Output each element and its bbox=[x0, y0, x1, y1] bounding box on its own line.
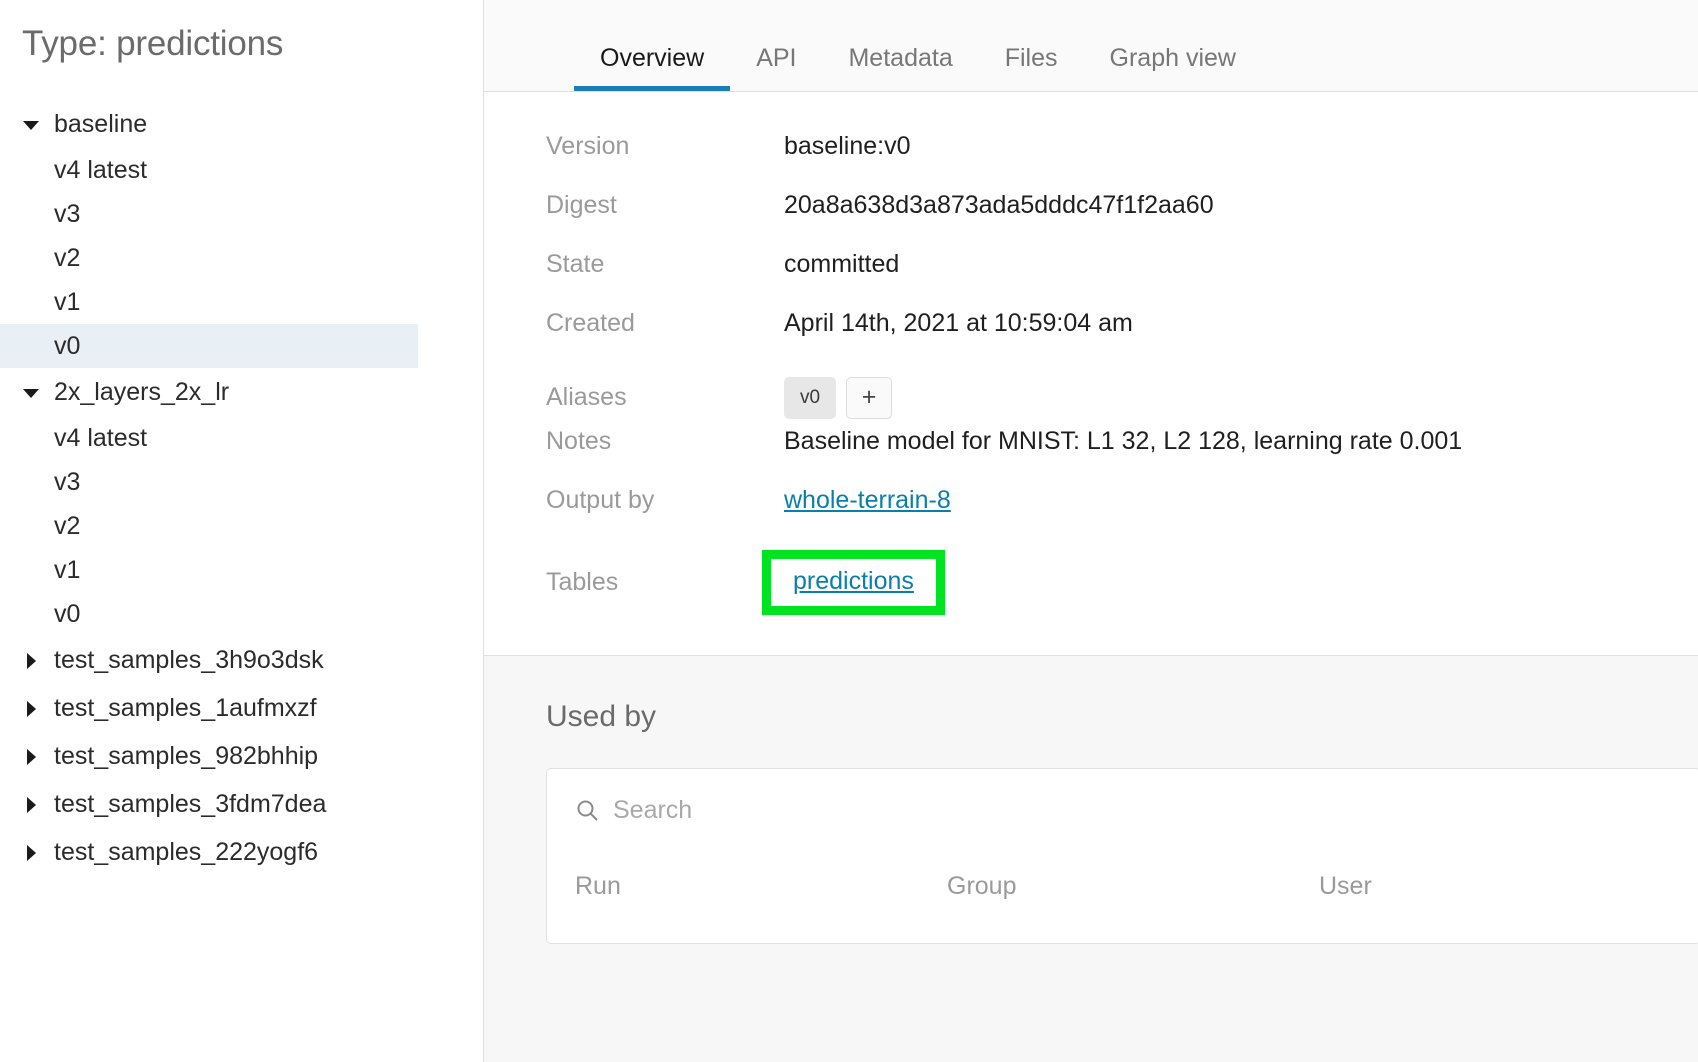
tree-group-test-samples-3h9o3dsk[interactable]: test_samples_3h9o3dsk bbox=[0, 636, 483, 684]
created-value: April 14th, 2021 at 10:59:04 am bbox=[784, 309, 1133, 337]
state-value: committed bbox=[784, 250, 900, 278]
tree-group-label: test_samples_3h9o3dsk bbox=[54, 645, 324, 674]
output-by-label: Output by bbox=[546, 486, 655, 514]
caret-right-icon[interactable] bbox=[22, 842, 42, 862]
tree-item-label: v2 bbox=[54, 243, 81, 272]
detail-row-output-by: Output by whole-terrain-8 bbox=[484, 486, 1698, 545]
aliases-label: Aliases bbox=[546, 383, 627, 411]
detail-row-state: State committed bbox=[484, 250, 1698, 309]
caret-right-icon[interactable] bbox=[22, 698, 42, 718]
tab-overview[interactable]: Overview bbox=[574, 44, 731, 91]
tree-item-version[interactable]: v0 bbox=[0, 592, 483, 636]
tab-graph-view[interactable]: Graph view bbox=[1084, 44, 1262, 91]
tree-group-label: test_samples_1aufmxzf bbox=[54, 693, 317, 722]
tree-item-version[interactable]: v4 latest bbox=[0, 148, 483, 192]
tree-item-label: v0 bbox=[54, 599, 81, 628]
tree-group-label: test_samples_222yogf6 bbox=[54, 837, 319, 866]
output-by-link[interactable]: whole-terrain-8 bbox=[784, 486, 951, 515]
caret-right-icon[interactable] bbox=[22, 746, 42, 766]
digest-value: 20a8a638d3a873ada5dddc47f1f2aa60 bbox=[784, 191, 1214, 219]
detail-row-version: Version baseline:v0 bbox=[484, 132, 1698, 191]
sidebar: Type: predictions baseline v4 latest v3 … bbox=[0, 0, 484, 1062]
tab-bar: Overview API Metadata Files Graph view bbox=[484, 0, 1698, 92]
detail-row-aliases: Aliases v0 + bbox=[484, 368, 1698, 427]
tree-item-version[interactable]: v3 bbox=[0, 192, 483, 236]
tree-group-test-samples-1aufmxzf[interactable]: test_samples_1aufmxzf bbox=[0, 684, 483, 732]
version-label: Version bbox=[546, 132, 630, 160]
tree-item-version[interactable]: v2 bbox=[0, 236, 483, 280]
tables-highlight-box: predictions bbox=[762, 549, 945, 615]
used-by-table-header: Run Group User bbox=[547, 851, 1698, 921]
version-value: baseline:v0 bbox=[784, 132, 911, 160]
tree-group-test-samples-982bhhip[interactable]: test_samples_982bhhip bbox=[0, 732, 483, 780]
created-label: Created bbox=[546, 309, 635, 337]
column-header-user[interactable]: User bbox=[1319, 872, 1419, 901]
tab-api[interactable]: API bbox=[730, 44, 822, 91]
notes-value: Baseline model for MNIST: L1 32, L2 128,… bbox=[784, 427, 1463, 455]
tab-files[interactable]: Files bbox=[979, 44, 1084, 91]
used-by-title: Used by bbox=[546, 700, 657, 733]
tree-group-test-samples-222yogf6[interactable]: test_samples_222yogf6 bbox=[0, 828, 483, 876]
sidebar-title: Type: predictions bbox=[22, 24, 284, 63]
artifact-details: Version baseline:v0 Digest 20a8a638d3a87… bbox=[484, 92, 1698, 656]
tree-item-label: v3 bbox=[54, 467, 81, 496]
alias-list: v0 + bbox=[784, 376, 892, 419]
tree-group-2x-layers-2x-lr[interactable]: 2x_layers_2x_lr bbox=[0, 368, 483, 416]
alias-chip[interactable]: v0 bbox=[784, 376, 836, 419]
search-icon bbox=[577, 800, 598, 821]
notes-label: Notes bbox=[546, 427, 612, 455]
tree-item-label: v3 bbox=[54, 199, 81, 228]
column-header-group[interactable]: Group bbox=[947, 872, 1319, 901]
state-label: State bbox=[546, 250, 605, 278]
detail-row-created: Created April 14th, 2021 at 10:59:04 am bbox=[484, 309, 1698, 368]
column-header-run[interactable]: Run bbox=[575, 872, 947, 901]
caret-down-icon[interactable] bbox=[22, 382, 42, 402]
tree-item-label: v4 latest bbox=[54, 155, 148, 184]
search-input[interactable] bbox=[613, 795, 1113, 825]
tables-label: Tables bbox=[546, 567, 619, 596]
detail-row-tables: Tables predictions bbox=[484, 545, 1698, 619]
caret-right-icon[interactable] bbox=[22, 794, 42, 814]
tree-group-label: baseline bbox=[54, 109, 148, 138]
tree-item-version[interactable]: v4 latest bbox=[0, 416, 483, 460]
used-by-panel: Run Group User bbox=[546, 768, 1698, 944]
tables-predictions-link[interactable]: predictions bbox=[793, 567, 914, 596]
detail-row-notes: Notes Baseline model for MNIST: L1 32, L… bbox=[484, 427, 1698, 486]
tree-item-label: v0 bbox=[54, 331, 81, 360]
tree-item-label: v4 latest bbox=[54, 423, 148, 452]
tree-item-version-selected[interactable]: v0 bbox=[0, 324, 418, 368]
used-by-section: Used by Run Group User No rows found bbox=[484, 656, 1698, 1062]
main-content: Overview API Metadata Files Graph view V… bbox=[484, 0, 1698, 1062]
caret-right-icon[interactable] bbox=[22, 650, 42, 670]
caret-down-icon[interactable] bbox=[22, 114, 42, 134]
detail-row-digest: Digest 20a8a638d3a873ada5dddc47f1f2aa60 bbox=[484, 191, 1698, 250]
tree-group-label: test_samples_3fdm7dea bbox=[54, 789, 327, 818]
tree-group-label: test_samples_982bhhip bbox=[54, 741, 319, 770]
search-row bbox=[547, 769, 1698, 851]
artifact-tree: baseline v4 latest v3 v2 v1 v0 2x_layers… bbox=[0, 100, 483, 876]
digest-label: Digest bbox=[546, 191, 617, 219]
artifact-page: Type: predictions baseline v4 latest v3 … bbox=[0, 0, 1698, 1062]
tree-group-label: 2x_layers_2x_lr bbox=[54, 377, 230, 406]
tree-item-label: v2 bbox=[54, 511, 81, 540]
add-alias-button[interactable]: + bbox=[846, 376, 892, 419]
tab-metadata[interactable]: Metadata bbox=[822, 44, 978, 91]
tree-item-version[interactable]: v1 bbox=[0, 548, 483, 592]
tree-item-version[interactable]: v1 bbox=[0, 280, 483, 324]
tree-group-baseline[interactable]: baseline bbox=[0, 100, 483, 148]
tree-item-label: v1 bbox=[54, 555, 81, 584]
tree-item-version[interactable]: v2 bbox=[0, 504, 483, 548]
tree-group-test-samples-3fdm7dea[interactable]: test_samples_3fdm7dea bbox=[0, 780, 483, 828]
tree-item-version[interactable]: v3 bbox=[0, 460, 483, 504]
tree-item-label: v1 bbox=[54, 287, 81, 316]
